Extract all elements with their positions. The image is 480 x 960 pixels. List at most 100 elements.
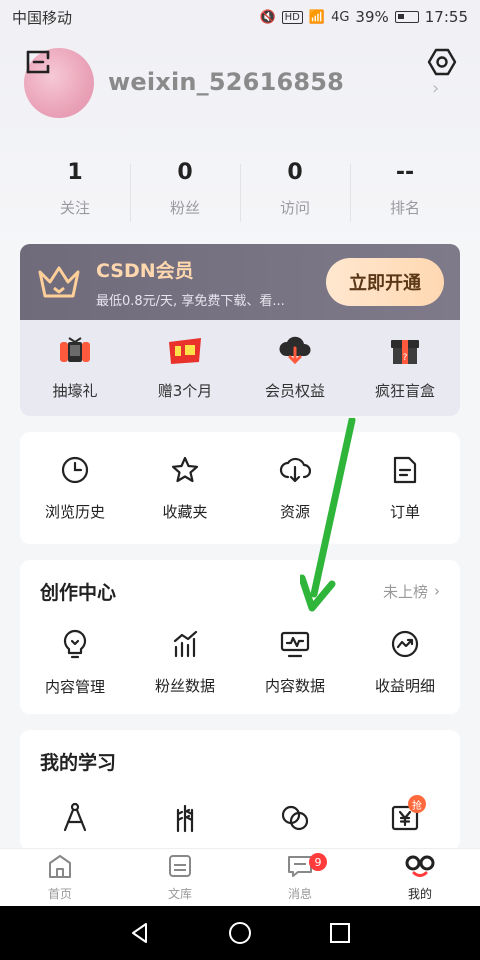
grid-label: 浏览历史 bbox=[44, 502, 105, 521]
grid-label: 粉丝数据 bbox=[154, 676, 215, 695]
creation-title: 创作中心 bbox=[40, 581, 117, 604]
income-detail-item[interactable]: 收益明细 bbox=[350, 622, 460, 702]
lightbulb-icon bbox=[61, 628, 89, 664]
settings-icon[interactable] bbox=[424, 44, 460, 80]
content-data-item[interactable]: 内容数据 bbox=[240, 622, 350, 702]
tab-label: 消息 bbox=[287, 887, 312, 901]
menu-icon[interactable] bbox=[20, 44, 56, 80]
status-indicators: 🔇 HD 📶 4G 39% 17:55 bbox=[259, 8, 468, 26]
vip-benefits: 抽壕礼 赠3个月 会员权益 ? 疯狂盲盒 bbox=[20, 320, 460, 416]
profile-stats: 1 关注 0 粉丝 0 访问 -- 排名 bbox=[20, 160, 460, 230]
learning-item-4[interactable]: 抢 bbox=[350, 792, 460, 848]
crown-icon bbox=[36, 262, 82, 306]
message-badge: 9 bbox=[309, 853, 327, 871]
tab-library[interactable]: 文库 bbox=[120, 849, 240, 906]
profile-icon bbox=[404, 853, 436, 883]
mute-icon: 🔇 bbox=[259, 9, 276, 25]
svg-text:?: ? bbox=[403, 353, 408, 363]
status-bar: 中国移动 🔇 HD 📶 4G 39% 17:55 bbox=[0, 0, 480, 34]
vip-card: CSDN会员 最低0.8元/天, 享免费下载、看... 立即开通 抽壕礼 赠3个… bbox=[20, 244, 460, 416]
recents-icon[interactable] bbox=[326, 919, 354, 947]
vip-title: CSDN会员 bbox=[96, 260, 194, 282]
chevron-right-icon: › bbox=[434, 582, 440, 600]
learning-header: 我的学习 bbox=[20, 730, 460, 792]
star-icon bbox=[170, 455, 200, 489]
tab-messages[interactable]: 9 消息 bbox=[240, 849, 360, 906]
fans-data-item[interactable]: 粉丝数据 bbox=[130, 622, 240, 702]
clock-icon bbox=[60, 455, 90, 489]
learning-item-2[interactable] bbox=[130, 792, 240, 848]
stat-value: 0 bbox=[287, 160, 303, 185]
grid-label: 内容数据 bbox=[264, 676, 325, 695]
clock-time: 17:55 bbox=[424, 8, 468, 26]
vip-subscribe-button[interactable]: 立即开通 bbox=[326, 258, 444, 306]
tab-label: 我的 bbox=[407, 887, 432, 901]
benefit-blind-box[interactable]: ? 疯狂盲盒 bbox=[350, 320, 460, 416]
hd-icon: HD bbox=[281, 10, 303, 24]
stat-label: 关注 bbox=[59, 199, 90, 217]
stat-following[interactable]: 1 关注 bbox=[20, 160, 130, 230]
benefit-label: 疯狂盲盒 bbox=[374, 381, 435, 400]
trend-circle-icon bbox=[389, 629, 421, 663]
stat-visits[interactable]: 0 访问 bbox=[240, 160, 350, 230]
benefit-lottery[interactable]: 抽壕礼 bbox=[20, 320, 130, 416]
learning-item-1[interactable] bbox=[20, 792, 130, 848]
creation-header: 创作中心 未上榜 › bbox=[20, 560, 460, 622]
mystery-box-icon: ? bbox=[388, 336, 422, 370]
back-icon[interactable] bbox=[126, 919, 154, 947]
profile-arrow-icon[interactable]: › bbox=[432, 78, 439, 99]
ranking-link[interactable]: 未上榜 › bbox=[383, 581, 440, 602]
benefit-label: 会员权益 bbox=[264, 381, 325, 400]
cloud-download-icon bbox=[277, 336, 313, 370]
grid-label: 收藏夹 bbox=[162, 502, 208, 521]
stat-rank[interactable]: -- 排名 bbox=[350, 160, 460, 230]
stat-value: 1 bbox=[67, 160, 83, 185]
gift-promo-icon bbox=[165, 336, 205, 370]
carrier-label: 中国移动 bbox=[12, 8, 73, 27]
home-circle-icon[interactable] bbox=[226, 919, 254, 947]
benefit-member-rights[interactable]: 会员权益 bbox=[240, 320, 350, 416]
quick-access-card: 浏览历史 收藏夹 资源 订单 bbox=[20, 432, 460, 544]
tab-home[interactable]: 首页 bbox=[0, 849, 120, 906]
stat-label: 粉丝 bbox=[169, 199, 200, 217]
content-management-item[interactable]: 内容管理 bbox=[20, 622, 130, 702]
annotation-arrow bbox=[300, 418, 356, 612]
tab-label: 首页 bbox=[47, 887, 72, 901]
stat-label: 访问 bbox=[279, 199, 310, 217]
game-controller-icon bbox=[58, 336, 92, 370]
benefit-label: 赠3个月 bbox=[157, 381, 213, 400]
bar-chart-icon bbox=[170, 629, 200, 663]
document-icon bbox=[391, 455, 419, 489]
orders-item[interactable]: 订单 bbox=[350, 432, 460, 544]
grid-label: 内容管理 bbox=[44, 677, 105, 696]
history-item[interactable]: 浏览历史 bbox=[20, 432, 130, 544]
battery-percent: 39% bbox=[355, 8, 389, 26]
stat-fans[interactable]: 0 粉丝 bbox=[130, 160, 240, 230]
benefit-label: 抽壕礼 bbox=[52, 381, 98, 400]
network-label: 4G bbox=[331, 9, 350, 25]
stat-value: -- bbox=[395, 160, 415, 185]
system-nav-bar bbox=[0, 906, 480, 960]
tab-label: 文库 bbox=[167, 887, 192, 901]
tab-mine[interactable]: 我的 bbox=[360, 849, 480, 906]
learning-item-3[interactable] bbox=[240, 792, 350, 848]
benefit-3-months[interactable]: 赠3个月 bbox=[130, 320, 240, 416]
battery-icon bbox=[394, 11, 419, 23]
learning-title: 我的学习 bbox=[40, 751, 117, 774]
compass-icon bbox=[60, 802, 90, 838]
wheat-icon bbox=[170, 802, 200, 838]
vip-banner[interactable]: CSDN会员 最低0.8元/天, 享免费下载、看... 立即开通 bbox=[20, 244, 460, 320]
favorites-item[interactable]: 收藏夹 bbox=[130, 432, 240, 544]
stat-label: 排名 bbox=[389, 199, 420, 217]
creation-center-card: 创作中心 未上榜 › 内容管理 粉丝数据 内容数据 收益明细 bbox=[20, 560, 460, 714]
monitor-chart-icon bbox=[279, 629, 311, 663]
my-learning-card: 我的学习 抢 bbox=[20, 730, 460, 850]
grid-label: 收益明细 bbox=[374, 676, 435, 695]
yen-icon: 抢 bbox=[390, 795, 426, 837]
grab-badge: 抢 bbox=[408, 795, 426, 813]
rings-icon bbox=[279, 802, 311, 838]
username[interactable]: weixin_52616858 bbox=[108, 68, 344, 96]
library-icon bbox=[166, 853, 194, 883]
vip-description: 最低0.8元/天, 享免费下载、看... bbox=[96, 294, 285, 309]
home-icon bbox=[46, 853, 74, 883]
